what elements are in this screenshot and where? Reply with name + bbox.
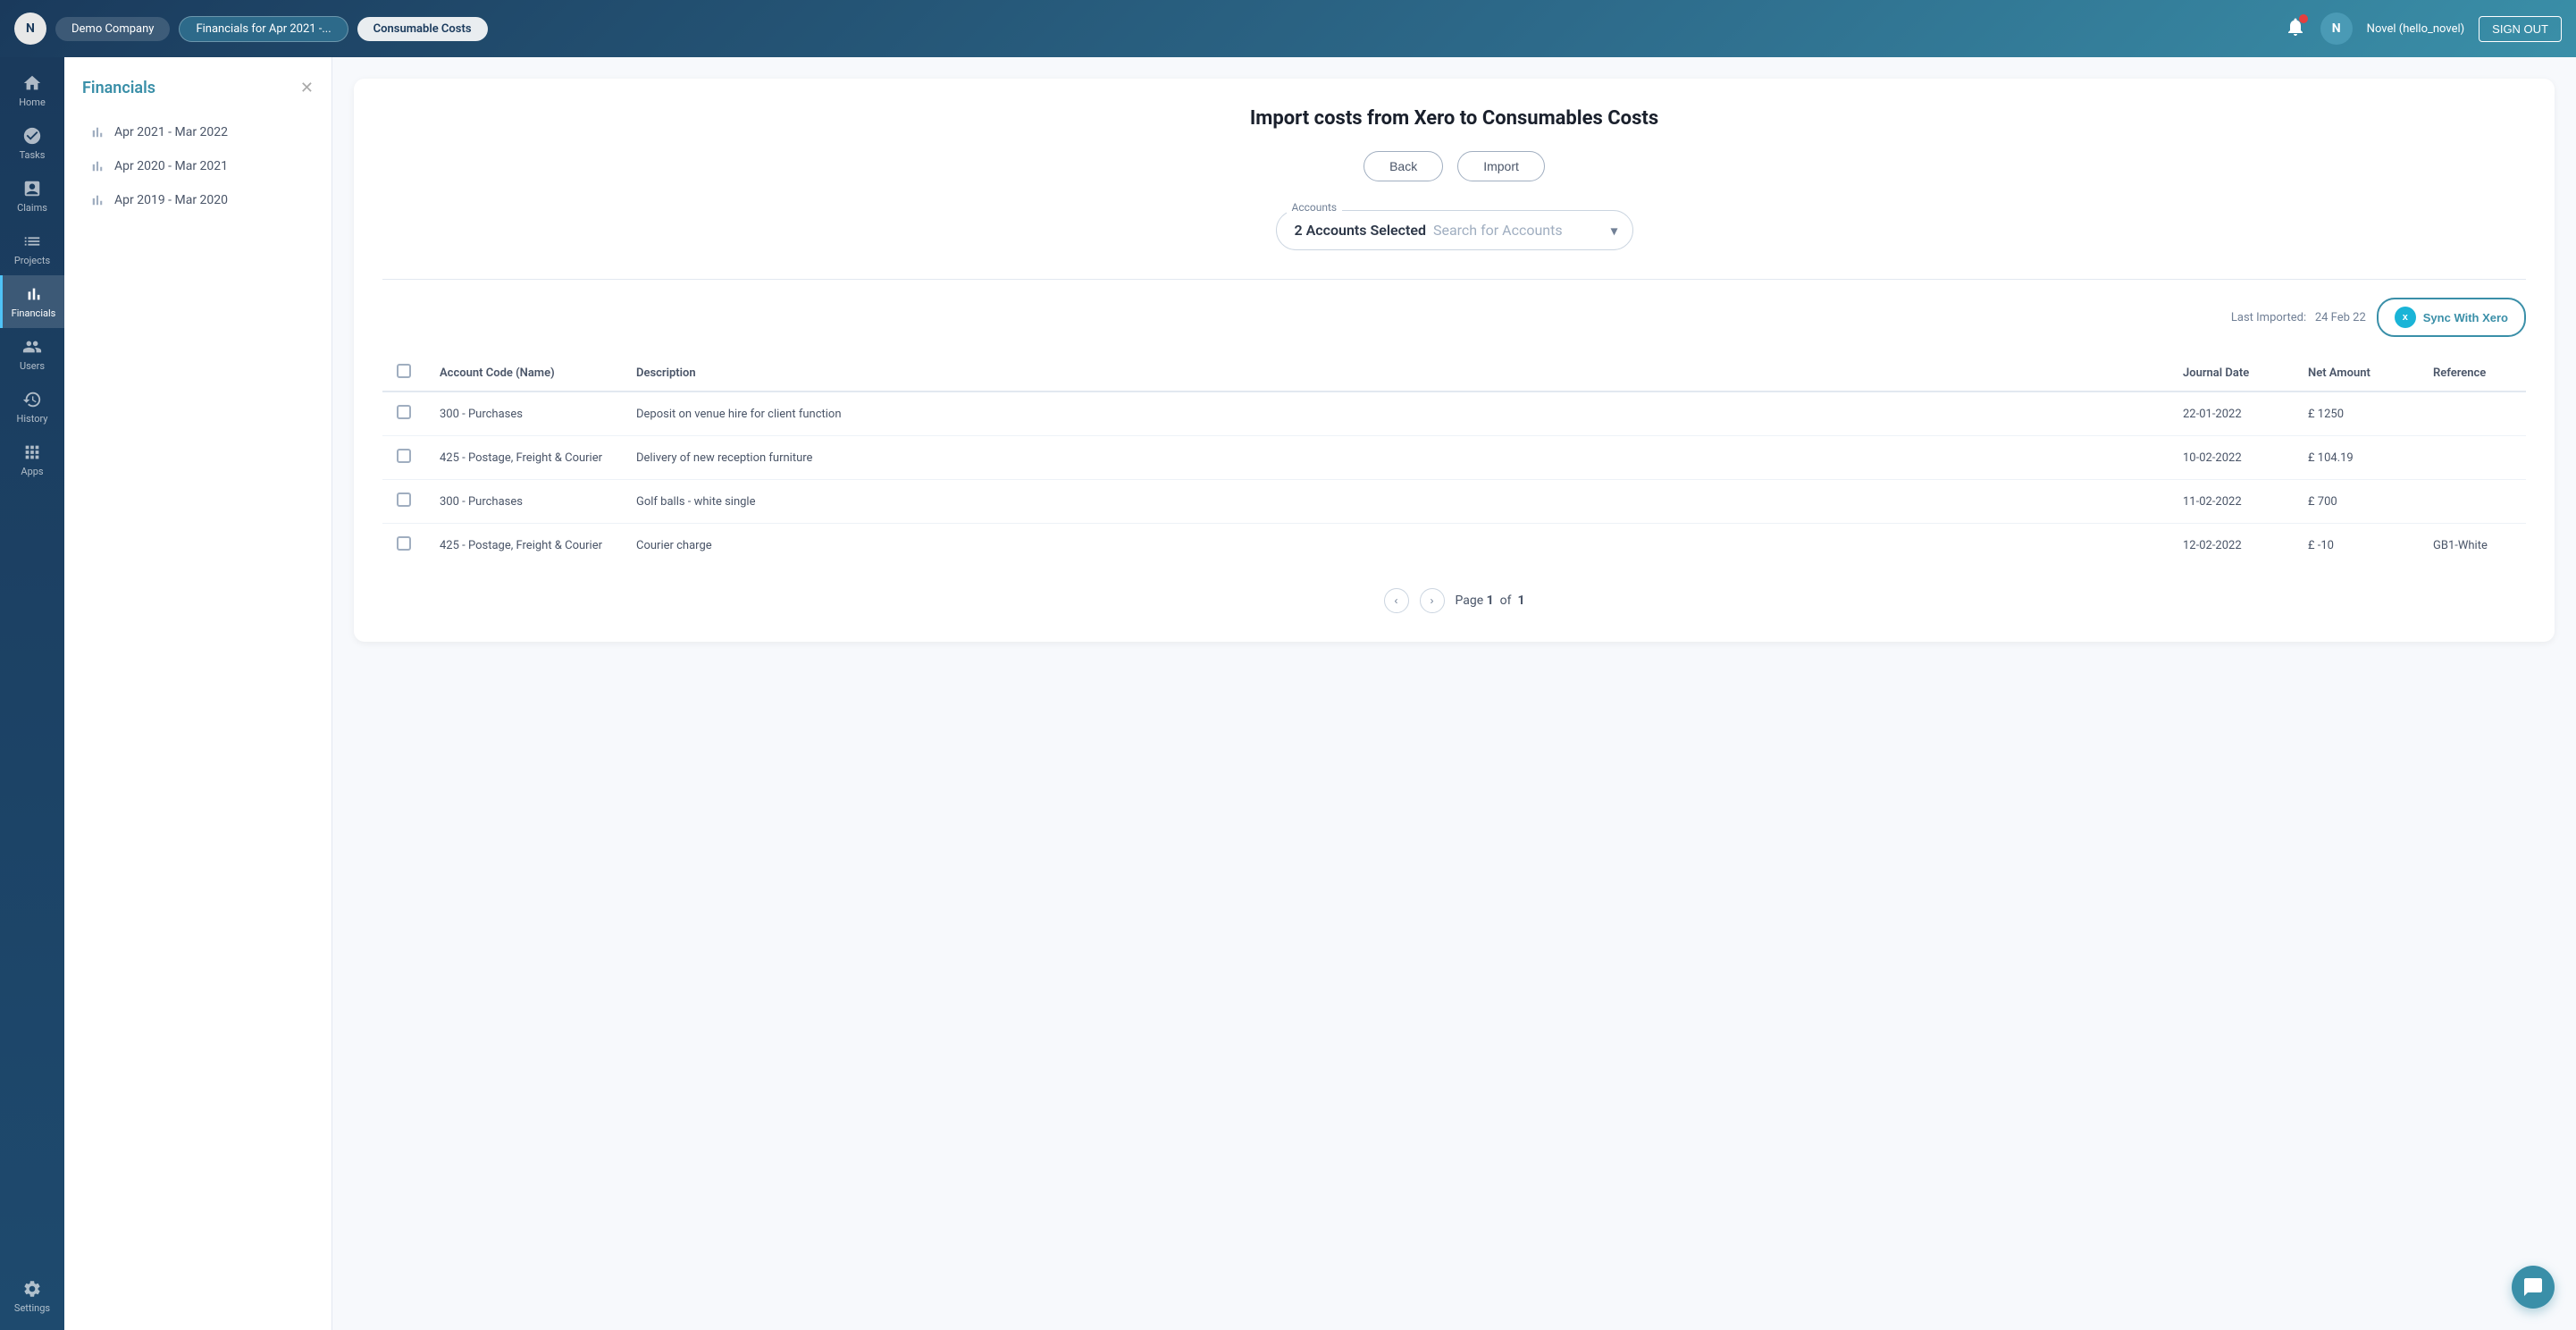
period-item-2[interactable]: Apr 2020 - Mar 2021 [82,149,314,183]
select-all-checkbox[interactable] [397,364,411,378]
sync-with-xero-button[interactable]: x Sync With Xero [2377,298,2526,337]
content-card: Import costs from Xero to Consumables Co… [354,79,2555,642]
last-imported-label: Last Imported: 24 Feb 22 [2231,311,2366,324]
notification-dot [2299,14,2308,23]
row-description-2: Golf balls - white single [622,480,2169,524]
current-page: 1 [1487,593,1494,608]
panel-title: Financials [82,79,155,97]
data-table: Account Code (Name) Description Journal … [382,355,2526,567]
page-title: Import costs from Xero to Consumables Co… [382,107,2526,130]
divider [382,279,2526,280]
sidebar-item-history[interactable]: History [0,381,64,434]
xero-icon: x [2395,307,2416,328]
row-reference-0 [2419,391,2526,436]
row-checkbox-1[interactable] [397,449,411,463]
row-reference-1 [2419,436,2526,480]
topbar-right: N Novel (hello_novel) SIGN OUT [2285,13,2562,45]
table-row: 425 - Postage, Freight & Courier Deliver… [382,436,2526,480]
row-checkbox-2[interactable] [397,492,411,507]
sidebar-item-financials[interactable]: Financials [0,275,64,328]
col-header-amount: Net Amount [2294,355,2419,391]
user-avatar: N [2320,13,2353,45]
row-amount-1: £ 104.19 [2294,436,2419,480]
prev-page-button[interactable]: ‹ [1384,588,1409,613]
row-account-0: 300 - Purchases [425,391,622,436]
select-all-header[interactable] [382,355,425,391]
chat-bubble-button[interactable] [2512,1266,2555,1309]
col-header-description: Description [622,355,2169,391]
row-checkbox-3[interactable] [397,536,411,551]
row-description-0: Deposit on venue hire for client functio… [622,391,2169,436]
next-page-button[interactable]: › [1420,588,1445,613]
row-date-1: 10-02-2022 [2169,436,2294,480]
row-date-2: 11-02-2022 [2169,480,2294,524]
layout: Home Tasks Claims Projects Financials Us… [0,57,2576,1330]
row-date-3: 12-02-2022 [2169,524,2294,568]
sidebar-item-projects[interactable]: Projects [0,223,64,275]
chevron-down-icon: ▾ [1610,222,1617,239]
row-account-1: 425 - Postage, Freight & Courier [425,436,622,480]
row-reference-2 [2419,480,2526,524]
row-date-0: 22-01-2022 [2169,391,2294,436]
notification-bell[interactable] [2285,16,2306,41]
col-header-date: Journal Date [2169,355,2294,391]
row-account-2: 300 - Purchases [425,480,622,524]
sidebar-item-settings[interactable]: Settings [0,1270,64,1323]
accounts-section: Accounts 2 Accounts Selected Search for … [382,210,2526,250]
panel-close-button[interactable]: ✕ [300,79,314,97]
sync-row: Last Imported: 24 Feb 22 x Sync With Xer… [382,298,2526,337]
company-name-tab[interactable]: Demo Company [55,17,170,41]
import-button[interactable]: Import [1457,151,1545,181]
sidebar-item-apps[interactable]: Apps [0,434,64,486]
back-button[interactable]: Back [1364,151,1443,181]
topbar-left: N Demo Company Financials for Apr 2021 -… [14,13,488,45]
table-row: 425 - Postage, Freight & Courier Courier… [382,524,2526,568]
col-header-reference: Reference [2419,355,2526,391]
period-item-3[interactable]: Apr 2019 - Mar 2020 [82,183,314,217]
accounts-wrapper: Accounts 2 Accounts Selected Search for … [1276,210,1633,250]
row-checkbox-cell-1[interactable] [382,436,425,480]
accounts-label: Accounts [1287,201,1343,214]
table-body: 300 - Purchases Deposit on venue hire fo… [382,391,2526,567]
row-amount-2: £ 700 [2294,480,2419,524]
table-header-row: Account Code (Name) Description Journal … [382,355,2526,391]
row-amount-3: £ -10 [2294,524,2419,568]
financials-panel: Financials ✕ Apr 2021 - Mar 2022 Apr 202… [64,57,332,1330]
sidebar-item-users[interactable]: Users [0,328,64,381]
accounts-dropdown[interactable]: 2 Accounts Selected Search for Accounts … [1276,210,1633,250]
page-info: Page 1 of 1 [1456,593,1525,608]
row-account-3: 425 - Postage, Freight & Courier [425,524,622,568]
row-reference-3: GB1-White [2419,524,2526,568]
total-pages: 1 [1517,593,1524,608]
row-amount-0: £ 1250 [2294,391,2419,436]
col-header-account: Account Code (Name) [425,355,622,391]
panel-header: Financials ✕ [82,79,314,97]
period-item-1[interactable]: Apr 2021 - Mar 2022 [82,115,314,149]
action-buttons: Back Import [382,151,2526,181]
row-checkbox-cell-0[interactable] [382,391,425,436]
sidebar-item-home[interactable]: Home [0,64,64,117]
financials-tab[interactable]: Financials for Apr 2021 -... [179,16,348,42]
row-description-1: Delivery of new reception furniture [622,436,2169,480]
main-content: Import costs from Xero to Consumables Co… [332,57,2576,1330]
row-checkbox-cell-3[interactable] [382,524,425,568]
sidebar-item-tasks[interactable]: Tasks [0,117,64,170]
topbar: N Demo Company Financials for Apr 2021 -… [0,0,2576,57]
accounts-search-placeholder: Search for Accounts [1433,222,1563,239]
pagination: ‹ › Page 1 of 1 [382,588,2526,613]
accounts-selected-text: 2 Accounts Selected [1295,222,1426,239]
row-checkbox-cell-2[interactable] [382,480,425,524]
row-description-3: Courier charge [622,524,2169,568]
sidebar-item-claims[interactable]: Claims [0,170,64,223]
row-checkbox-0[interactable] [397,405,411,419]
company-logo: N [14,13,46,45]
table-row: 300 - Purchases Deposit on venue hire fo… [382,391,2526,436]
table-row: 300 - Purchases Golf balls - white singl… [382,480,2526,524]
consumable-costs-tab[interactable]: Consumable Costs [357,17,488,41]
signout-button[interactable]: SIGN OUT [2479,16,2562,42]
user-name: Novel (hello_novel) [2367,22,2464,36]
sidebar: Home Tasks Claims Projects Financials Us… [0,57,64,1330]
